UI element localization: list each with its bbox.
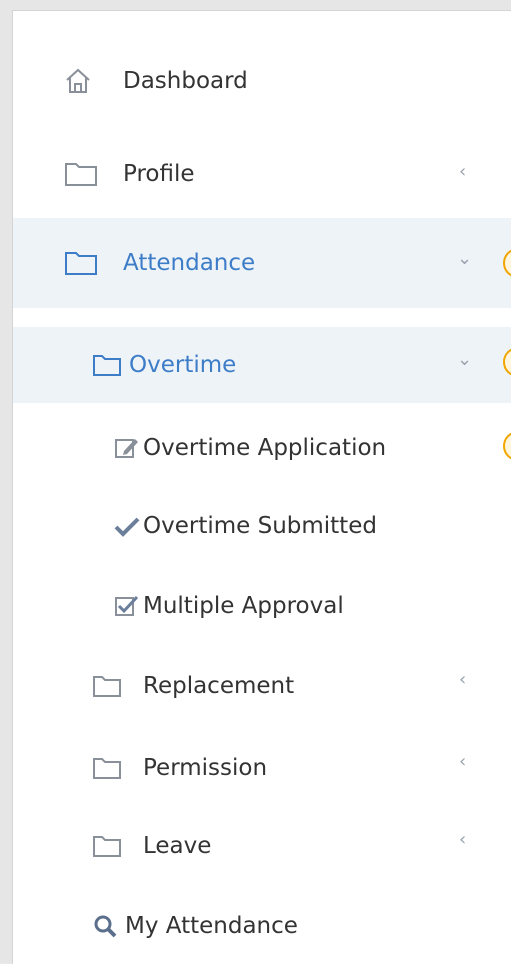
folder-icon [91,833,123,859]
sidebar-item-label: Profile [123,161,195,187]
sidebar-item-my-attendance[interactable]: My Attendance [13,901,511,951]
sidebar-item-replacement[interactable]: Replacement ‹ [13,661,511,711]
sidebar-nav: Dashboard Profile ‹ Attendance ⌄ Overtim… [12,10,511,964]
search-icon [91,913,119,939]
chevron-down-icon: ⌄ [457,248,473,269]
sidebar-item-overtime[interactable]: Overtime ⌄ [13,327,511,403]
sidebar-item-multiple-approval[interactable]: Multiple Approval [13,581,511,631]
sidebar-item-label: Overtime Application [143,435,387,461]
sidebar-item-label: My Attendance [125,913,298,939]
sidebar-item-profile[interactable]: Profile ‹ [13,149,511,199]
sidebar-item-dashboard[interactable]: Dashboard [13,56,511,106]
sidebar-item-overtime-application[interactable]: Overtime Application [13,423,511,473]
chevron-left-icon: ‹ [459,829,467,850]
folder-icon [63,160,99,188]
home-icon [63,67,93,95]
folder-icon [91,673,123,699]
sidebar-item-label: Overtime [129,352,237,378]
folder-icon [63,249,99,277]
sidebar-item-label: Overtime Submitted [143,513,377,539]
check-icon [113,513,141,539]
sidebar-item-label: Attendance [123,250,256,276]
sidebar-item-overtime-submitted[interactable]: Overtime Submitted [13,501,511,551]
sidebar-item-leave[interactable]: Leave ‹ [13,821,511,871]
window-frame: Dashboard Profile ‹ Attendance ⌄ Overtim… [0,0,511,964]
sidebar-item-label: Replacement [143,673,295,699]
sidebar-item-label: Leave [143,833,212,859]
sidebar-item-label: Multiple Approval [143,593,344,619]
sidebar-item-label: Dashboard [123,68,248,94]
sidebar-item-label: Permission [143,755,268,781]
edit-icon [113,435,141,461]
chevron-left-icon: ‹ [459,751,467,772]
sidebar-item-permission[interactable]: Permission ‹ [13,743,511,793]
chevron-left-icon: ‹ [459,669,467,690]
folder-icon [91,755,123,781]
checkbox-icon [113,593,141,619]
folder-icon [91,352,123,378]
chevron-down-icon: ⌄ [457,349,473,370]
chevron-left-icon: ‹ [459,161,467,182]
sidebar-item-attendance[interactable]: Attendance ⌄ [13,218,511,308]
